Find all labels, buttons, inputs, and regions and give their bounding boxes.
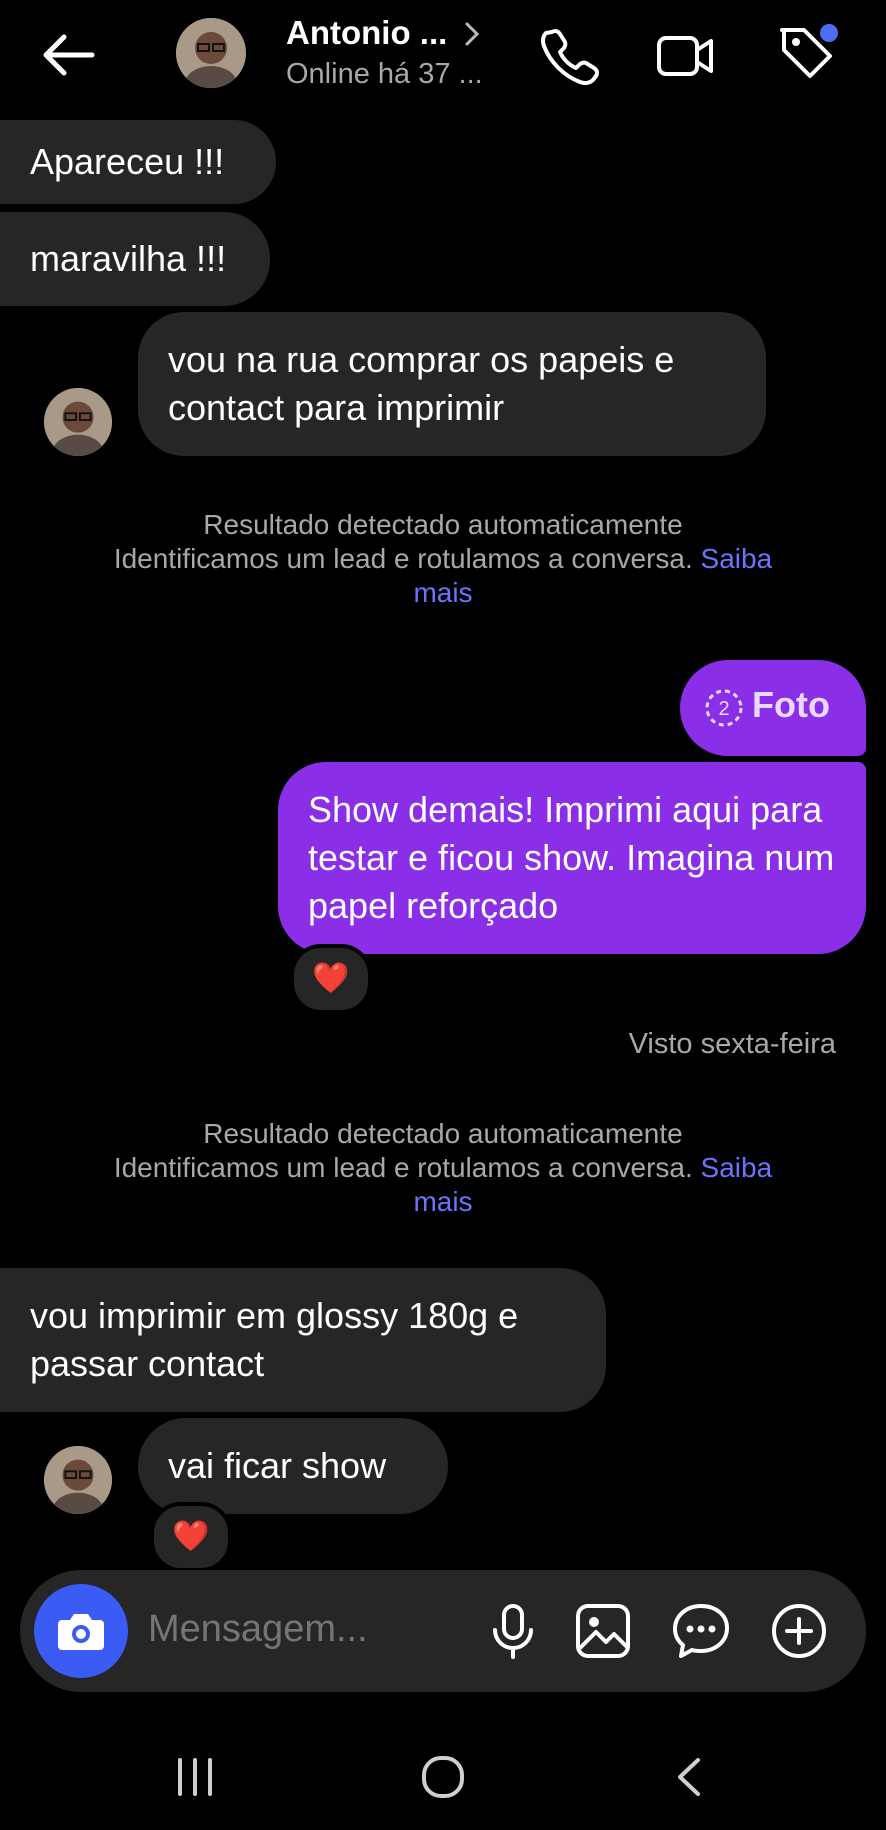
photo-message[interactable]: 2 Foto (680, 660, 866, 756)
message-outgoing[interactable]: Show demais! Imprimi aqui para testar e … (278, 762, 866, 954)
message-incoming[interactable]: maravilha !!! (0, 212, 270, 306)
heart-reaction-icon[interactable]: ❤️ (150, 1502, 232, 1572)
notice-text: Identificamos um lead e rotulamos a conv… (113, 1152, 693, 1183)
notice-title: Resultado detectado automaticamente (203, 1118, 683, 1149)
view-once-icon: 2 (704, 688, 744, 728)
message-incoming[interactable]: Apareceu !!! (0, 120, 276, 204)
message-incoming[interactable]: vai ficar show (138, 1418, 448, 1514)
phone-call-icon[interactable] (538, 24, 602, 88)
system-back-icon[interactable] (666, 1752, 716, 1802)
message-text: Apareceu !!! (30, 141, 225, 182)
message-text: vou imprimir em glossy 180g e passar con… (30, 1295, 519, 1384)
microphone-icon[interactable] (482, 1600, 544, 1662)
message-text: Show demais! Imprimi aqui para testar e … (308, 789, 835, 926)
message-incoming[interactable]: vou na rua comprar os papeis e contact p… (138, 312, 766, 456)
photo-label: Foto (752, 684, 830, 725)
learn-more-link[interactable]: Saiba (701, 543, 773, 574)
photo-count: 2 (718, 698, 729, 720)
message-incoming[interactable]: vou imprimir em glossy 180g e passar con… (0, 1268, 606, 1412)
system-notice: Resultado detectado automaticamente Iden… (0, 1117, 886, 1219)
heart-reaction-icon[interactable]: ❤️ (290, 944, 372, 1014)
learn-more-link-cont[interactable]: mais (0, 1185, 886, 1219)
contact-name[interactable]: Antonio ... (286, 14, 447, 52)
seen-status: Visto sexta-feira (628, 1028, 836, 1060)
learn-more-link-cont[interactable]: mais (0, 576, 886, 610)
add-plus-icon[interactable] (768, 1600, 830, 1662)
sticker-chat-icon[interactable] (670, 1600, 732, 1662)
sender-avatar[interactable] (44, 388, 112, 456)
back-arrow-icon[interactable] (38, 30, 98, 80)
gallery-icon[interactable] (572, 1600, 634, 1662)
chevron-right-icon[interactable] (462, 20, 482, 48)
chat-header: Antonio ... Online há 37 ... (0, 0, 886, 110)
video-call-icon[interactable] (654, 24, 718, 88)
message-composer (20, 1570, 866, 1692)
system-notice: Resultado detectado automaticamente Iden… (0, 508, 886, 610)
notice-title: Resultado detectado automaticamente (203, 509, 683, 540)
message-text: maravilha !!! (30, 238, 227, 279)
camera-button[interactable] (34, 1584, 128, 1678)
contact-status: Online há 37 ... (286, 58, 483, 90)
recent-apps-icon[interactable] (170, 1752, 220, 1802)
notice-text: Identificamos um lead e rotulamos a conv… (113, 543, 693, 574)
learn-more-link[interactable]: Saiba (701, 1152, 773, 1183)
contact-avatar[interactable] (176, 18, 246, 88)
message-text: vou na rua comprar os papeis e contact p… (168, 339, 675, 428)
home-icon[interactable] (418, 1752, 468, 1802)
message-text: vai ficar show (168, 1445, 387, 1486)
sender-avatar[interactable] (44, 1446, 112, 1514)
message-input[interactable] (148, 1608, 468, 1651)
notification-dot (820, 24, 838, 42)
